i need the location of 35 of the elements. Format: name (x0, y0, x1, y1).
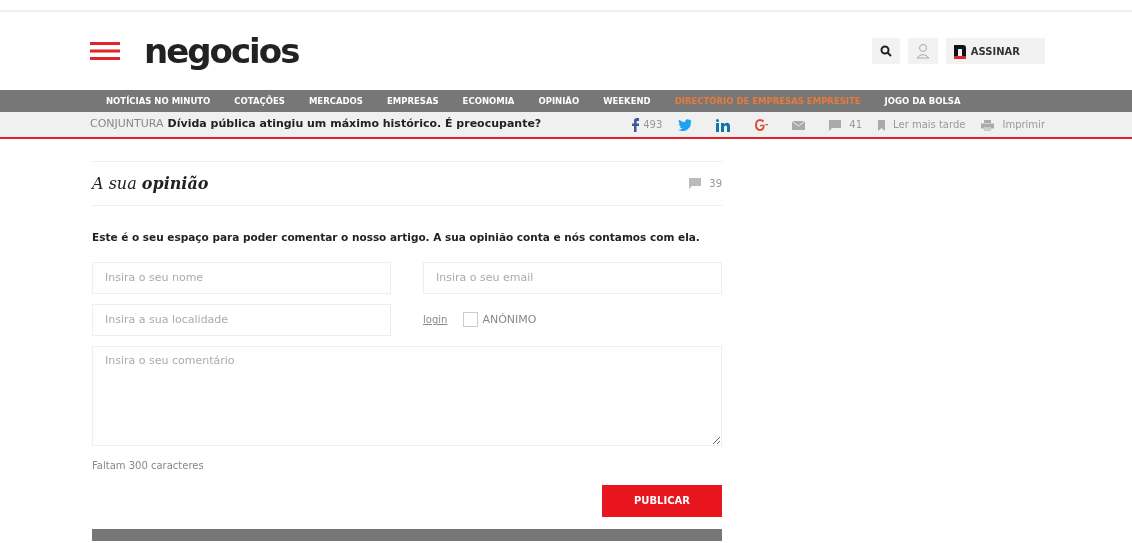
nav-link[interactable]: NOTÍCIAS NO MINUTO (106, 94, 211, 108)
search-button[interactable] (871, 38, 900, 64)
user-button[interactable] (907, 38, 938, 64)
article-headline: Dívida pública atingiu um máximo histórico. É preocupante? (167, 116, 542, 133)
comment-field[interactable]: Insira o seu comentário (92, 345, 722, 446)
section-title: A sua opinião (92, 172, 209, 195)
email-field[interactable]: Insira o seu email (423, 261, 722, 294)
character-counter: Faltam 300 caracteres (92, 458, 205, 473)
nav-link[interactable]: MERCADOS (308, 94, 363, 108)
read-later-link[interactable]: Ler mais tarde (893, 117, 966, 132)
brand-icon (953, 43, 966, 59)
login-link[interactable]: login (423, 312, 448, 328)
nav-link[interactable]: EMPRESAS (386, 94, 439, 108)
nav-link[interactable]: ECONOMIA (462, 94, 515, 108)
user-icon (915, 43, 930, 59)
nav-link[interactable]: COTAÇÕES (234, 94, 285, 108)
anonymous-label: ANÓNIMO (482, 311, 537, 328)
anonymous-checkbox[interactable] (463, 312, 479, 328)
logo[interactable]: negocios (144, 34, 299, 68)
subscribe-button[interactable]: ASSINAR (945, 38, 1045, 64)
print-link[interactable]: Imprimir (1002, 117, 1045, 132)
section-label[interactable]: CONJUNTURA (90, 116, 164, 133)
publish-button[interactable]: PUBLICAR (602, 484, 722, 517)
share-count: 493 (643, 118, 663, 132)
nav-link[interactable]: WEEKEND (603, 94, 651, 108)
nav-link[interactable]: OPINIÃO (538, 94, 580, 108)
comment-icon (689, 178, 702, 189)
intro-text: Este é o seu espaço para poder comentar o nosso artigo. A sua opinião conta e nós contamos com ela. (92, 230, 701, 245)
nav-link[interactable]: JOGO DA BOLSA (884, 94, 961, 108)
search-icon (879, 45, 892, 57)
comment-count: 41 (849, 118, 863, 132)
location-field[interactable]: Insira a sua localidade (92, 303, 391, 336)
comment-count: 39 (709, 177, 722, 191)
name-field[interactable]: Insira o seu nome (92, 261, 391, 294)
menu-icon[interactable] (90, 42, 120, 60)
